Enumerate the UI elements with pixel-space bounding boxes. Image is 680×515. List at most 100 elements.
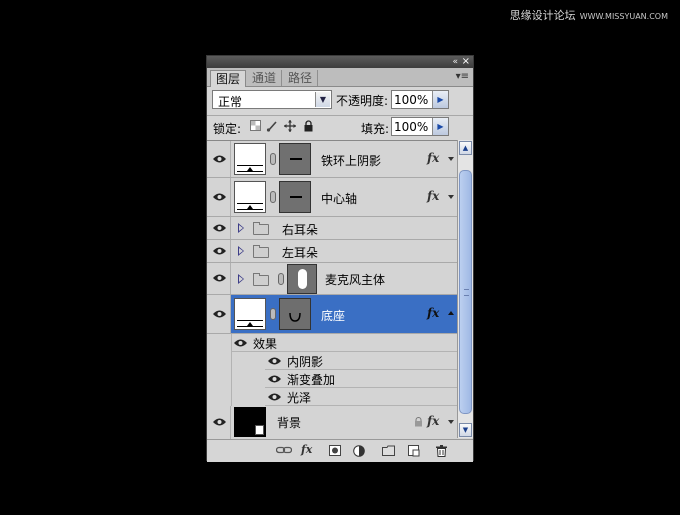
scrollbar-thumb[interactable]	[459, 170, 472, 414]
new-layer-icon[interactable]	[408, 445, 420, 460]
collapse-icon[interactable]: «	[452, 56, 458, 68]
layer-row[interactable]: 铁环上阴影 fx	[207, 141, 457, 178]
expand-effects-icon[interactable]	[448, 420, 454, 424]
link-icon[interactable]	[270, 191, 276, 203]
eye-icon[interactable]	[268, 375, 281, 383]
layer-thumbnail[interactable]	[234, 181, 266, 213]
layer-group-row[interactable]: 右耳朵	[207, 217, 457, 240]
effect-item[interactable]: 光泽	[265, 388, 457, 406]
effect-item[interactable]: 内阴影	[265, 352, 457, 370]
layer-row[interactable]: 中心轴 fx	[207, 178, 457, 217]
layer-effects-icon[interactable]: fx	[427, 306, 439, 320]
divider	[231, 334, 232, 406]
chevron-down-icon[interactable]: ▼	[315, 92, 330, 107]
layer-name[interactable]: 麦克风主体	[325, 271, 385, 288]
delete-layer-icon[interactable]	[436, 445, 447, 460]
eye-icon	[213, 224, 226, 232]
layers-scrollbar[interactable]: ▲ ▼	[457, 140, 473, 438]
new-group-icon[interactable]	[382, 445, 395, 459]
visibility-toggle[interactable]	[207, 217, 231, 239]
fill-value: 100%	[394, 120, 429, 134]
watermark-url: WWW.MISSYUAN.COM	[579, 12, 668, 21]
effects-header[interactable]: 效果	[231, 334, 457, 352]
expand-effects-icon[interactable]	[448, 157, 454, 161]
eye-icon[interactable]	[268, 357, 281, 365]
panel-bottom-toolbar: fx	[207, 439, 473, 462]
lock-transparent-pixels-icon[interactable]	[249, 120, 261, 132]
folder-icon	[253, 273, 269, 286]
layers-list: 铁环上阴影 fx 中心轴 fx 右耳朵 左耳朵 麦克风主体 底座 fx 效果 内…	[207, 140, 457, 439]
fill-field[interactable]: 100% ▶	[391, 117, 449, 136]
blend-row: 正常 ▼ 不透明度: 100% ▶	[207, 87, 473, 115]
disclosure-triangle-icon[interactable]	[238, 246, 244, 256]
layer-effects-icon[interactable]: fx	[427, 151, 439, 165]
lock-image-pixels-icon[interactable]	[266, 120, 278, 132]
blend-mode-select[interactable]: 正常 ▼	[212, 90, 332, 109]
disclosure-triangle-icon[interactable]	[238, 274, 244, 284]
visibility-toggle[interactable]	[207, 263, 231, 294]
opacity-label: 不透明度:	[336, 94, 389, 108]
layer-effects-icon[interactable]: fx	[427, 189, 439, 203]
layer-mask-thumbnail[interactable]	[279, 143, 311, 175]
scroll-down-button[interactable]: ▼	[459, 423, 472, 437]
layer-name[interactable]: 左耳朵	[282, 244, 318, 261]
close-icon[interactable]: ×	[462, 56, 470, 68]
visibility-toggle[interactable]	[207, 178, 231, 216]
eye-icon	[213, 418, 226, 426]
panel-titlebar[interactable]: « ×	[207, 56, 473, 68]
layer-thumbnail[interactable]	[234, 143, 266, 175]
visibility-toggle[interactable]	[207, 240, 231, 262]
visibility-toggle[interactable]	[207, 295, 231, 333]
effect-item[interactable]: 渐变叠加	[265, 370, 457, 388]
layer-mask-thumbnail[interactable]	[279, 298, 311, 330]
lock-label: 锁定:	[213, 122, 242, 136]
fill-slider-button[interactable]: ▶	[432, 118, 448, 135]
layer-name[interactable]: 底座	[321, 307, 345, 324]
opacity-field[interactable]: 100% ▶	[391, 90, 449, 109]
disclosure-triangle-icon[interactable]	[238, 223, 244, 233]
panel-menu-icon[interactable]: ▾≡	[456, 71, 469, 83]
effect-name: 内阴影	[287, 355, 324, 369]
visibility-toggle[interactable]	[207, 141, 231, 177]
layer-mask-thumbnail[interactable]	[287, 264, 317, 294]
link-layers-icon[interactable]	[275, 445, 293, 458]
watermark: 思缘设计论坛 WWW.MISSYUAN.COM	[510, 7, 668, 23]
effects-label: 效果	[253, 337, 278, 351]
layer-group-row[interactable]: 麦克风主体	[207, 263, 457, 295]
scroll-up-button[interactable]: ▲	[459, 141, 472, 155]
adjustment-layer-icon[interactable]	[353, 445, 365, 460]
layer-name[interactable]: 背景	[277, 414, 301, 431]
layers-panel: « × 图层 通道 路径 ▾≡ 正常 ▼ 不透明度: 100% ▶ 锁定: 填充…	[206, 55, 474, 462]
eye-icon[interactable]	[268, 393, 281, 401]
link-icon[interactable]	[270, 153, 276, 165]
layer-thumbnail[interactable]	[234, 407, 266, 437]
opacity-slider-button[interactable]: ▶	[432, 91, 448, 108]
effect-name: 光泽	[287, 391, 312, 405]
tab-layers[interactable]: 图层	[210, 70, 247, 87]
layer-mask-thumbnail[interactable]	[279, 181, 311, 213]
add-mask-icon[interactable]	[329, 445, 341, 459]
panel-tabs: 图层 通道 路径 ▾≡	[207, 68, 473, 87]
layer-name[interactable]: 铁环上阴影	[321, 152, 381, 169]
link-icon[interactable]	[278, 273, 284, 285]
layer-thumbnail[interactable]	[234, 298, 266, 330]
link-icon[interactable]	[270, 308, 276, 320]
watermark-site-name: 思缘设计论坛	[509, 9, 576, 22]
layer-row-selected[interactable]: 底座 fx	[207, 295, 457, 334]
tab-channels[interactable]: 通道	[247, 70, 283, 86]
lock-position-icon[interactable]	[284, 120, 296, 132]
lock-all-icon[interactable]	[302, 120, 314, 132]
visibility-toggle[interactable]	[207, 406, 231, 439]
lock-icon	[414, 416, 423, 427]
layer-name[interactable]: 中心轴	[321, 190, 357, 207]
collapse-effects-icon[interactable]	[448, 311, 454, 315]
layer-group-row[interactable]: 左耳朵	[207, 240, 457, 263]
lock-row: 锁定: 填充: 100% ▶	[207, 116, 473, 140]
add-layer-style-icon[interactable]: fx	[301, 444, 312, 456]
layer-effects-icon[interactable]: fx	[427, 414, 439, 428]
expand-effects-icon[interactable]	[448, 195, 454, 199]
layer-row[interactable]: 背景 fx	[207, 406, 457, 439]
eye-icon[interactable]	[234, 339, 247, 347]
tab-paths[interactable]: 路径	[283, 70, 319, 86]
layer-name[interactable]: 右耳朵	[282, 221, 318, 238]
